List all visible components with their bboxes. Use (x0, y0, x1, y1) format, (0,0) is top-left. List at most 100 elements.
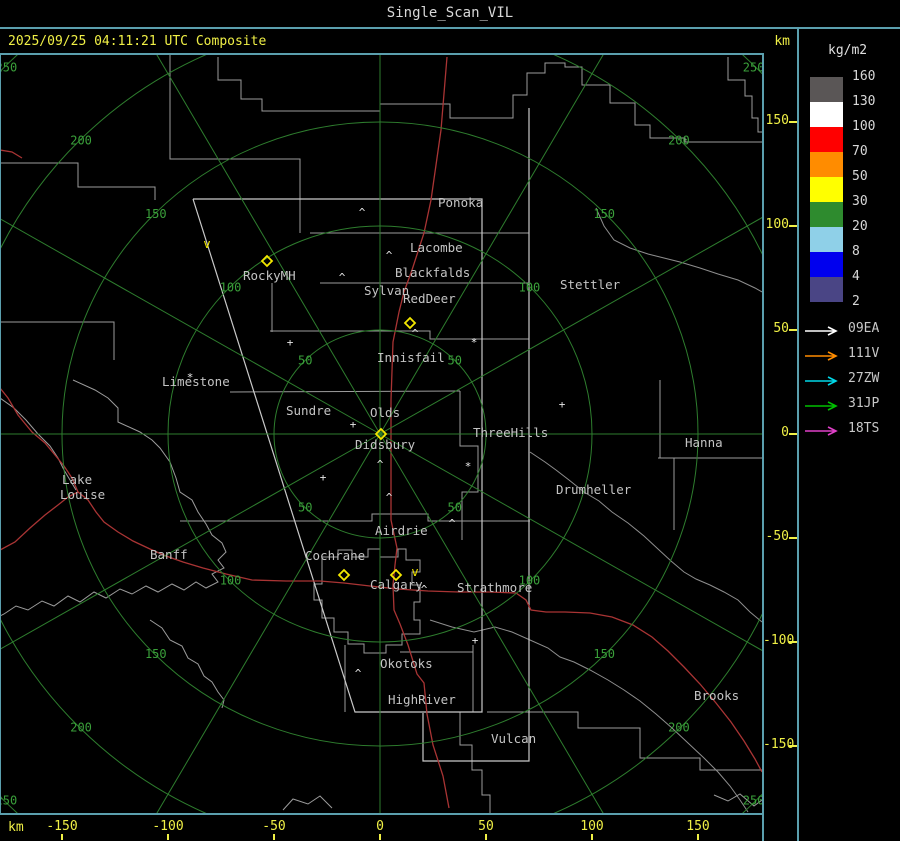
place-label: Airdrie (375, 523, 428, 538)
place-label: Banff (150, 547, 188, 562)
svg-text:150: 150 (593, 647, 615, 661)
bottom-axis-unit-label: km (8, 820, 24, 835)
bottom-axis-tick (273, 834, 275, 840)
svg-text:100: 100 (220, 574, 242, 588)
svg-text:50: 50 (298, 500, 312, 514)
place-label: Lacombe (410, 240, 463, 255)
plus-marker: + (287, 336, 294, 349)
right-axis-label: 150 (765, 113, 789, 128)
map-border-bottom (0, 813, 762, 815)
27ZW-arrow-icon (804, 372, 842, 386)
right-axis-tick (789, 329, 797, 331)
svg-text:250: 250 (1, 60, 17, 74)
111V-arrow-icon (804, 347, 842, 361)
plus-marker: + (320, 471, 327, 484)
radar-site-diamond-marker (337, 568, 351, 582)
svg-text:200: 200 (668, 134, 690, 148)
legend-scale-value: 30 (852, 194, 868, 209)
right-axis-label: 50 (773, 321, 789, 336)
legend-color-swatch (810, 152, 843, 177)
place-label: RedDeer (403, 291, 456, 306)
right-axis-tick (789, 745, 797, 747)
bottom-axis-tick (379, 834, 381, 840)
right-axis-tick (789, 121, 797, 123)
svg-text:150: 150 (145, 207, 167, 221)
radar-site-code: 18TS (848, 421, 880, 436)
right-axis-tick (789, 433, 797, 435)
legend-color-swatch (810, 102, 843, 127)
legend-color-swatch (810, 177, 843, 202)
legend-color-swatch (810, 227, 843, 252)
v-marker: v (411, 565, 418, 579)
place-label: Hanna (685, 435, 723, 450)
right-axis-tick (789, 225, 797, 227)
place-label: Cochrane (305, 548, 365, 563)
bottom-axis-label: 0 (376, 819, 384, 834)
bottom-axis-label: 50 (478, 819, 494, 834)
place-label: Didsbury (355, 437, 416, 452)
legend-scale-value: 100 (852, 119, 876, 134)
asterisk-marker: * (187, 371, 194, 384)
place-label: Ponoka (438, 195, 483, 210)
place-label: Okotoks (380, 656, 433, 671)
legend-color-swatch (810, 202, 843, 227)
place-label: Lake (62, 472, 92, 487)
caret-marker: ^ (412, 327, 419, 340)
legend-scale-value: 2 (852, 294, 860, 309)
plus-marker: + (559, 398, 566, 411)
bottom-axis-label: -50 (262, 819, 286, 834)
caret-marker: ^ (449, 517, 456, 530)
legend-color-swatch (810, 127, 843, 152)
svg-text:150: 150 (593, 207, 615, 221)
caret-marker: ^ (386, 491, 393, 504)
radar-site-code: 31JP (848, 396, 880, 411)
right-axis-label: -100 (763, 633, 795, 648)
09EA-arrow-icon (804, 322, 842, 336)
svg-text:100: 100 (220, 280, 242, 294)
caret-marker: ^ (355, 667, 362, 680)
radar-map-canvas[interactable]: 50 5050 50100 100100 100150 150150 150200 20020… (1, 55, 762, 813)
rivers (429, 207, 762, 813)
place-label: Innisfail (377, 350, 445, 365)
place-label: RockyMH (243, 268, 296, 283)
svg-text:200: 200 (668, 720, 690, 734)
caret-marker: ^ (386, 249, 393, 262)
caret-marker: ^ (421, 583, 428, 596)
radar-site-code: 27ZW (848, 371, 880, 386)
place-label: Blackfalds (395, 265, 470, 280)
18TS-arrow-icon (804, 422, 842, 436)
legend-scale-value: 20 (852, 219, 868, 234)
legend-scale-value: 4 (852, 269, 860, 284)
svg-text:50: 50 (298, 354, 312, 368)
svg-text:100: 100 (519, 280, 541, 294)
highways (1, 56, 762, 809)
right-axis-label: 100 (765, 217, 789, 232)
panel-divider (797, 29, 799, 841)
asterisk-marker: * (471, 336, 478, 349)
svg-text:50: 50 (448, 500, 462, 514)
legend-color-swatch (810, 252, 843, 277)
svg-text:250: 250 (743, 794, 762, 808)
bottom-axis-label: 100 (580, 819, 604, 834)
svg-text:200: 200 (70, 134, 92, 148)
place-label: Brooks (694, 688, 739, 703)
bottom-axis-label: 150 (686, 819, 710, 834)
right-axis-unit-label: km (774, 34, 790, 49)
bottom-axis-tick (61, 834, 63, 840)
legend-scale-value: 160 (852, 69, 876, 84)
place-label: Sundre (286, 403, 331, 418)
bottom-axis-tick (697, 834, 699, 840)
radar-app-window: { "title_bar": { "title": "Single_Scan_V… (0, 0, 900, 841)
bottom-axis-tick (167, 834, 169, 840)
v-marker: v (203, 237, 210, 251)
place-label: Limestone (162, 374, 230, 389)
place-label: Strathmore (457, 580, 532, 595)
plus-marker: + (472, 634, 479, 647)
place-label: Drumheller (556, 482, 632, 497)
svg-text:50: 50 (448, 354, 462, 368)
legend-scale-value: 70 (852, 144, 868, 159)
map-border-right (762, 53, 764, 841)
plus-marker: + (350, 418, 357, 431)
place-label: Olds (370, 405, 400, 420)
asterisk-marker: * (465, 460, 472, 473)
